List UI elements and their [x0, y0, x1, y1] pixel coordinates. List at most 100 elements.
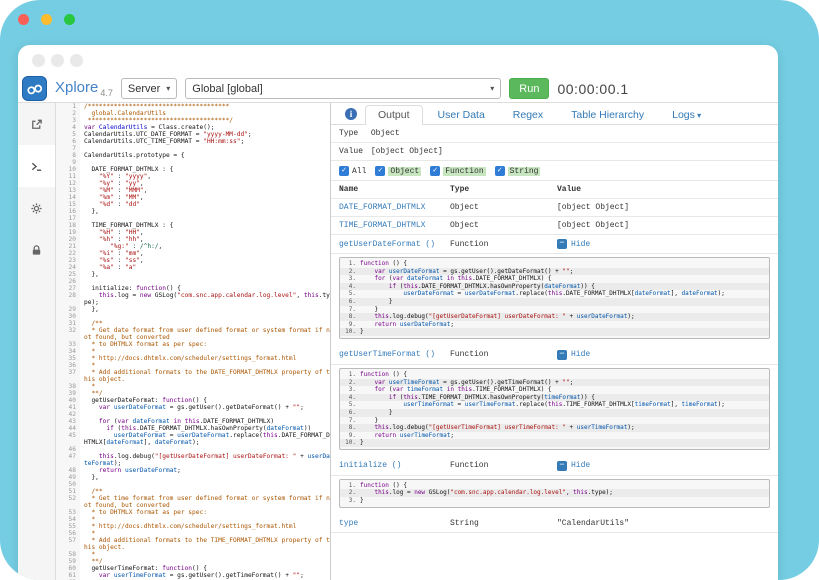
source-code-text: var userTimeFormat = gs.getUser().getTim… — [360, 379, 573, 387]
scope-select[interactable]: Global [global]▾ — [185, 78, 501, 99]
code-text: * — [80, 362, 330, 369]
sidebar-item-gear[interactable] — [18, 187, 55, 229]
sidebar-item-terminal[interactable] — [18, 145, 55, 187]
run-button[interactable]: Run — [509, 78, 549, 99]
source-code-text: this.log = new GSLog("com.snc.app.calend… — [360, 489, 613, 497]
property-value: −Hide — [557, 350, 770, 360]
tab-logs[interactable]: Logs ▾ — [659, 105, 714, 125]
code-text: getUserDateFormat: function() { — [80, 397, 330, 404]
code-text: "%Y" : "yyyy", — [80, 173, 330, 180]
inner-window-controls — [18, 45, 778, 75]
checkbox-checked-icon[interactable]: ✓ — [339, 166, 349, 176]
table-row: getUserTimeFormat ()Function−Hide — [331, 346, 778, 365]
checkbox-checked-icon[interactable]: ✓ — [375, 166, 385, 176]
line-number: 6 — [56, 138, 80, 145]
line-number: 7 — [56, 145, 80, 152]
property-name-link[interactable]: initialize () — [339, 461, 450, 470]
code-text: * http://docs.dhtmlx.com/scheduler/setti… — [80, 523, 330, 530]
line-number: 38 — [56, 383, 80, 390]
code-line: 55 * http://docs.dhtmlx.com/scheduler/se… — [56, 523, 330, 530]
hide-link[interactable]: −Hide — [557, 350, 770, 360]
code-line: 39 **/ — [56, 390, 330, 397]
source-line-number: 2. — [340, 379, 360, 387]
line-number: 12 — [56, 180, 80, 187]
table-header: Name Type Value — [331, 180, 778, 199]
code-line: 40 getUserDateFormat: function() { — [56, 397, 330, 404]
line-number: 55 — [56, 523, 80, 530]
filter-object[interactable]: ✓Object — [375, 166, 421, 176]
line-number: 41 — [56, 404, 80, 411]
source-code-text: function () { — [360, 260, 407, 268]
property-name-link[interactable]: TIME_FORMAT_DHTMLX — [339, 221, 450, 230]
code-line: 34 * — [56, 348, 330, 355]
result-value-label: Value — [339, 147, 366, 156]
code-text: * Add additional formats to the DATE_FOR… — [80, 369, 330, 383]
source-code-text: } — [360, 298, 393, 306]
code-text: "%M" : "MMM", — [80, 187, 330, 194]
info-tab[interactable]: i — [339, 108, 363, 124]
code-text: var userDateFormat = gs.getUser().getDat… — [80, 404, 330, 411]
source-line: 4. if (this.DATE_FORMAT_DHTMLX.hasOwnPro… — [340, 283, 769, 291]
source-line: 5. userDateFormat = userDateFormat.repla… — [340, 290, 769, 298]
column-name: Name — [339, 185, 450, 194]
source-line-number: 10. — [340, 328, 360, 336]
source-code-text: } — [360, 306, 378, 314]
source-line: 9. return userDateFormat; — [340, 321, 769, 329]
code-text: /** — [80, 320, 330, 327]
line-number: 24 — [56, 264, 80, 271]
zoom-window-button[interactable] — [64, 14, 75, 25]
source-line: 5. userTimeFormat = userTimeFormat.repla… — [340, 401, 769, 409]
source-line-number: 8. — [340, 313, 360, 321]
checkbox-checked-icon[interactable]: ✓ — [430, 166, 440, 176]
source-code-text: function () { — [360, 371, 407, 379]
code-line: 24 "%a" : "a" — [56, 264, 330, 271]
property-name-link[interactable]: type — [339, 519, 450, 528]
property-name-link[interactable]: getUserTimeFormat () — [339, 350, 450, 359]
filter-label: Object — [388, 167, 421, 176]
chevron-down-icon: ▾ — [695, 111, 701, 120]
property-value: −Hide — [557, 239, 770, 249]
line-number: 51 — [56, 488, 80, 495]
code-line: 15 "%d" : "dd" — [56, 201, 330, 208]
filter-function[interactable]: ✓Function — [430, 166, 485, 176]
tab-table-hierarchy[interactable]: Table Hierarchy — [558, 105, 657, 125]
tab-user-data[interactable]: User Data — [425, 105, 498, 125]
tab-regex[interactable]: Regex — [500, 105, 556, 125]
filter-string[interactable]: ✓String — [495, 166, 541, 176]
line-number: 27 — [56, 285, 80, 292]
source-line: 9. return userTimeFormat; — [340, 432, 769, 440]
code-text: * — [80, 348, 330, 355]
minimize-window-button[interactable] — [41, 14, 52, 25]
external-link-icon — [30, 118, 43, 131]
terminal-icon — [30, 160, 43, 173]
code-editor[interactable]: 1/**************************************… — [56, 103, 331, 580]
line-number: 10 — [56, 166, 80, 173]
collapse-icon: − — [557, 239, 567, 249]
server-select[interactable]: Server▾ — [121, 78, 177, 99]
source-code-text: this.log.debug("[getUserDateFormat] user… — [360, 313, 635, 321]
tab-output[interactable]: Output — [365, 105, 423, 125]
source-line: 6. } — [340, 409, 769, 417]
filter-all[interactable]: ✓All — [339, 166, 366, 176]
line-number: 30 — [56, 313, 80, 320]
code-line: 9 — [56, 159, 330, 166]
source-code-text: userTimeFormat = userTimeFormat.replace(… — [360, 401, 725, 409]
property-name-link[interactable]: DATE_FORMAT_DHTMLX — [339, 203, 450, 212]
line-number: 23 — [56, 257, 80, 264]
sidebar-item-external-link[interactable] — [18, 103, 55, 145]
close-window-button[interactable] — [18, 14, 29, 25]
sidebar-item-lock[interactable] — [18, 229, 55, 271]
source-line: 3.} — [340, 497, 769, 505]
line-number: 14 — [56, 194, 80, 201]
hide-link[interactable]: −Hide — [557, 239, 770, 249]
source-line: 3. for (var timeFormat in this.TIME_FORM… — [340, 386, 769, 394]
checkbox-checked-icon[interactable]: ✓ — [495, 166, 505, 176]
property-type: Function — [450, 240, 557, 249]
code-line: 30 — [56, 313, 330, 320]
line-number: 15 — [56, 201, 80, 208]
property-name-link[interactable]: getUserDateFormat () — [339, 240, 450, 249]
code-line: 11 "%Y" : "yyyy", — [56, 173, 330, 180]
hide-link[interactable]: −Hide — [557, 461, 770, 471]
code-line: 12 "%y" : "yy", — [56, 180, 330, 187]
source-line-number: 6. — [340, 298, 360, 306]
